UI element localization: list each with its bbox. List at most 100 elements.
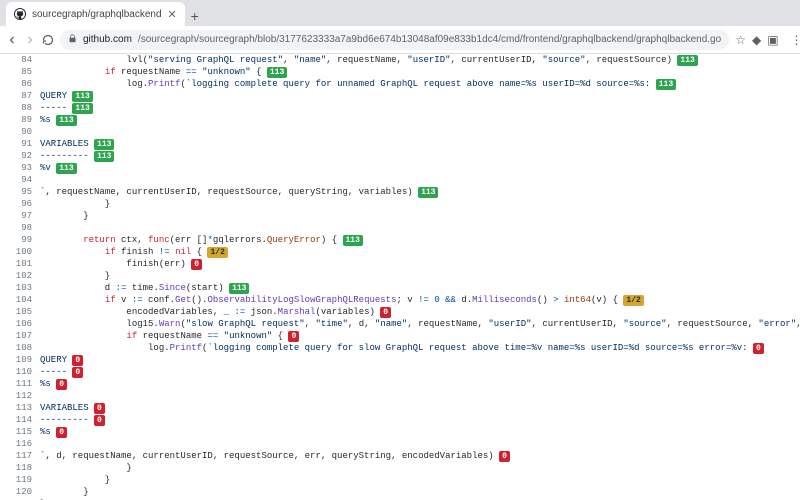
coverage-badge[interactable]: 113 xyxy=(56,115,76,126)
star-icon[interactable]: ☆ xyxy=(735,31,746,49)
code-line[interactable]: 88----- 113 xyxy=(0,102,800,114)
code-line[interactable]: 90 xyxy=(0,126,800,138)
line-number[interactable]: 89 xyxy=(0,114,40,126)
line-number[interactable]: 113 xyxy=(0,402,40,414)
code-line[interactable]: 84 lvl("serving GraphQL request", "name"… xyxy=(0,54,800,66)
coverage-badge[interactable]: 0 xyxy=(56,427,67,438)
coverage-badge[interactable]: 113 xyxy=(418,187,438,198)
back-button[interactable] xyxy=(6,30,18,50)
line-number[interactable]: 97 xyxy=(0,210,40,222)
code-line[interactable]: 97 } xyxy=(0,210,800,222)
code-line[interactable]: 105 encodedVariables, _ := json.Marshal(… xyxy=(0,306,800,318)
menu-icon[interactable]: ⋮ xyxy=(791,31,800,49)
extension-icon[interactable]: ◆ xyxy=(752,31,761,49)
line-number[interactable]: 117 xyxy=(0,450,40,462)
line-number[interactable]: 96 xyxy=(0,198,40,210)
line-number[interactable]: 92 xyxy=(0,150,40,162)
line-number[interactable]: 119 xyxy=(0,474,40,486)
coverage-badge[interactable]: 113 xyxy=(229,283,249,294)
code-line[interactable]: 112 xyxy=(0,390,800,402)
coverage-badge[interactable]: 113 xyxy=(56,163,76,174)
line-number[interactable]: 86 xyxy=(0,78,40,90)
line-number[interactable]: 98 xyxy=(0,222,40,234)
line-number[interactable]: 91 xyxy=(0,138,40,150)
line-number[interactable]: 120 xyxy=(0,486,40,498)
code-line[interactable]: 119 } xyxy=(0,474,800,486)
code-line[interactable]: 91VARIABLES 113 xyxy=(0,138,800,150)
code-line[interactable]: 109QUERY 0 xyxy=(0,354,800,366)
code-line[interactable]: 117`, d, requestName, currentUserID, req… xyxy=(0,450,800,462)
code-line[interactable]: 98 xyxy=(0,222,800,234)
line-number[interactable]: 88 xyxy=(0,102,40,114)
line-number[interactable]: 103 xyxy=(0,282,40,294)
line-number[interactable]: 94 xyxy=(0,174,40,186)
coverage-badge[interactable]: 0 xyxy=(499,451,510,462)
code-line[interactable]: 115%s 0 xyxy=(0,426,800,438)
line-number[interactable]: 110 xyxy=(0,366,40,378)
line-number[interactable]: 106 xyxy=(0,318,40,330)
line-number[interactable]: 118 xyxy=(0,462,40,474)
coverage-badge[interactable]: 0 xyxy=(72,355,83,366)
coverage-badge[interactable]: 0 xyxy=(288,331,299,342)
close-icon[interactable]: ✕ xyxy=(168,8,177,21)
coverage-badge[interactable]: 0 xyxy=(94,403,105,414)
coverage-badge[interactable]: 113 xyxy=(94,151,114,162)
line-number[interactable]: 90 xyxy=(0,126,40,138)
code-line[interactable]: 100 if finish != nil { 1/2 xyxy=(0,246,800,258)
browser-tab-active[interactable]: sourcegraph/graphqlbackend ✕ xyxy=(6,2,185,26)
coverage-badge[interactable]: 1/2 xyxy=(207,247,227,258)
coverage-badge[interactable]: 0 xyxy=(380,307,391,318)
code-line[interactable]: 102 } xyxy=(0,270,800,282)
coverage-badge[interactable]: 113 xyxy=(267,67,287,78)
line-number[interactable]: 87 xyxy=(0,90,40,102)
line-number[interactable]: 95 xyxy=(0,186,40,198)
line-number[interactable]: 100 xyxy=(0,246,40,258)
code-line[interactable]: 86 log.Printf(`logging complete query fo… xyxy=(0,78,800,90)
code-line[interactable]: 92--------- 113 xyxy=(0,150,800,162)
line-number[interactable]: 85 xyxy=(0,66,40,78)
code-line[interactable]: 106 log15.Warn("slow GraphQL request", "… xyxy=(0,318,800,330)
coverage-badge[interactable]: 1/2 xyxy=(623,295,643,306)
code-line[interactable]: 99 return ctx, func(err []*gqlerrors.Que… xyxy=(0,234,800,246)
line-number[interactable]: 114 xyxy=(0,414,40,426)
code-line[interactable]: 107 if requestName == "unknown" { 0 xyxy=(0,330,800,342)
address-bar[interactable]: github.com/sourcegraph/sourcegraph/blob/… xyxy=(60,30,729,50)
new-tab-button[interactable]: + xyxy=(185,6,205,26)
line-number[interactable]: 105 xyxy=(0,306,40,318)
coverage-badge[interactable]: 113 xyxy=(72,103,92,114)
coverage-badge[interactable]: 113 xyxy=(343,235,363,246)
coverage-badge[interactable]: 113 xyxy=(677,55,697,66)
code-line[interactable]: 94 xyxy=(0,174,800,186)
line-number[interactable]: 84 xyxy=(0,54,40,66)
code-line[interactable]: 120 } xyxy=(0,486,800,498)
line-number[interactable]: 104 xyxy=(0,294,40,306)
line-number[interactable]: 115 xyxy=(0,426,40,438)
code-line[interactable]: 93%v 113 xyxy=(0,162,800,174)
code-line[interactable]: 85 if requestName == "unknown" { 113 xyxy=(0,66,800,78)
coverage-badge[interactable]: 0 xyxy=(94,415,105,426)
line-number[interactable]: 112 xyxy=(0,390,40,402)
code-line[interactable]: 108 log.Printf(`logging complete query f… xyxy=(0,342,800,354)
code-line[interactable]: 110----- 0 xyxy=(0,366,800,378)
coverage-badge[interactable]: 0 xyxy=(191,259,202,270)
line-number[interactable]: 102 xyxy=(0,270,40,282)
coverage-badge[interactable]: 113 xyxy=(94,139,114,150)
line-number[interactable]: 101 xyxy=(0,258,40,270)
code-view[interactable]: 84 lvl("serving GraphQL request", "name"… xyxy=(0,54,800,500)
code-line[interactable]: 104 if v := conf.Get().ObservabilityLogS… xyxy=(0,294,800,306)
code-line[interactable]: 114--------- 0 xyxy=(0,414,800,426)
code-line[interactable]: 87QUERY 113 xyxy=(0,90,800,102)
line-number[interactable]: 109 xyxy=(0,354,40,366)
code-line[interactable]: 89%s 113 xyxy=(0,114,800,126)
reload-button[interactable] xyxy=(42,30,54,50)
code-line[interactable]: 96 } xyxy=(0,198,800,210)
extension-icon[interactable]: ▣ xyxy=(767,31,778,49)
line-number[interactable]: 107 xyxy=(0,330,40,342)
line-number[interactable]: 99 xyxy=(0,234,40,246)
code-line[interactable]: 95`, requestName, currentUserID, request… xyxy=(0,186,800,198)
code-line[interactable]: 111%s 0 xyxy=(0,378,800,390)
line-number[interactable]: 108 xyxy=(0,342,40,354)
coverage-badge[interactable]: 0 xyxy=(56,379,67,390)
line-number[interactable]: 116 xyxy=(0,438,40,450)
code-line[interactable]: 103 d := time.Since(start) 113 xyxy=(0,282,800,294)
